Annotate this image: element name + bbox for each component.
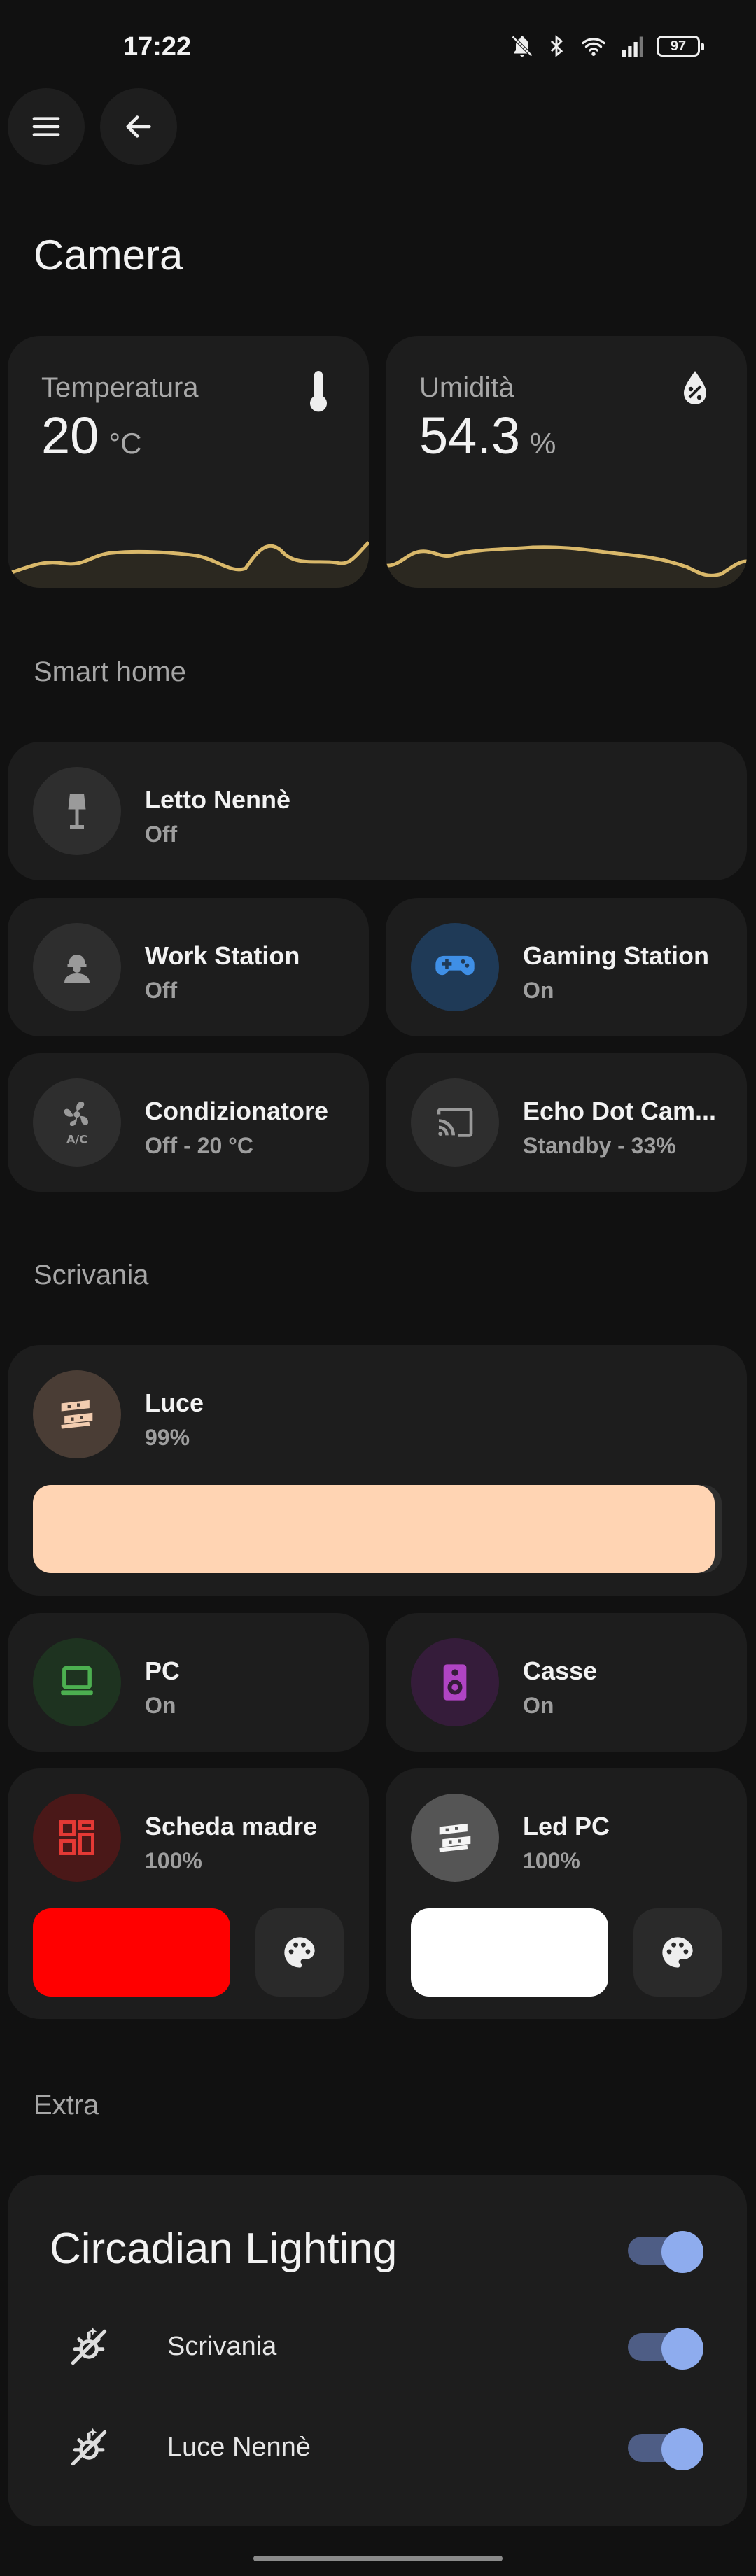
device-name: PC: [145, 1656, 181, 1685]
sensor-label: Umidità: [419, 372, 514, 403]
temperature-history-graph: [8, 541, 369, 588]
menu-button[interactable]: [8, 88, 85, 165]
circadian-row-label: Luce Nennè: [167, 2433, 311, 2462]
sensor-value: 54.3%: [419, 407, 556, 465]
section-title-scrivania: Scrivania: [34, 1260, 149, 1290]
circadian-luce-nenne-toggle[interactable]: [628, 2428, 704, 2470]
color-swatch-button[interactable]: [33, 1908, 230, 1997]
device-name: Led PC: [523, 1812, 610, 1840]
device-state: 100%: [523, 1848, 580, 1873]
battery-indicator: 97: [657, 36, 704, 57]
back-button[interactable]: [100, 88, 177, 165]
circadian-master-toggle[interactable]: [628, 2231, 704, 2273]
scheda-madre-tile[interactable]: Scheda madre 100%: [8, 1768, 369, 2019]
thermometer-icon: [304, 369, 332, 418]
color-palette-button[interactable]: [255, 1908, 344, 1997]
circadian-sun-moon-icon: [71, 2428, 107, 2466]
device-name: Scheda madre: [145, 1812, 318, 1840]
gamepad-icon: [411, 923, 499, 1011]
mute-bell-icon: [511, 35, 533, 57]
fan-ac-icon: A/C: [33, 1078, 121, 1167]
luce-tile[interactable]: Luce 99%: [8, 1345, 747, 1596]
circadian-title: Circadian Lighting: [50, 2225, 398, 2273]
speaker-icon: [411, 1638, 499, 1726]
cast-icon: [411, 1078, 499, 1167]
humidity-drop-icon: [680, 369, 710, 412]
status-time: 17:22: [123, 32, 192, 62]
lamp-icon: [33, 767, 121, 855]
hamburger-menu-icon: [32, 117, 60, 136]
device-state: Off - 20 °C: [145, 1133, 254, 1158]
motherboard-icon: [33, 1794, 121, 1882]
humidity-history-graph: [386, 545, 747, 588]
circadian-lighting-card: Circadian Lighting Scrivania Luce Nennè: [8, 2175, 747, 2526]
humidity-card[interactable]: Umidità 54.3%: [386, 336, 747, 588]
status-icons: 97: [510, 34, 704, 59]
device-name: Condizionatore: [145, 1097, 328, 1125]
color-swatch-button[interactable]: [411, 1908, 608, 1997]
gaming-station-tile[interactable]: Gaming Station On: [386, 898, 747, 1036]
section-title-extra: Extra: [34, 2090, 99, 2120]
pc-tile[interactable]: PC On: [8, 1613, 369, 1752]
casse-tile[interactable]: Casse On: [386, 1613, 747, 1752]
wifi-icon: [582, 38, 606, 56]
circadian-sun-moon-icon: [71, 2327, 107, 2365]
led-strip-icon: [411, 1794, 499, 1882]
section-title-smart-home: Smart home: [34, 656, 186, 687]
device-name: Letto Nennè: [145, 785, 291, 814]
device-state: Standby - 33%: [523, 1133, 676, 1158]
device-name: Work Station: [145, 941, 300, 970]
circadian-scrivania-toggle[interactable]: [628, 2328, 704, 2370]
bluetooth-icon: [550, 35, 564, 57]
device-state: 100%: [145, 1848, 202, 1873]
letto-nenne-tile[interactable]: Letto Nennè Off: [8, 742, 747, 880]
status-bar: 17:22 97: [0, 0, 756, 91]
device-state: On: [523, 1693, 554, 1718]
arrow-back-icon: [126, 115, 151, 138]
sensor-label: Temperatura: [41, 372, 199, 403]
condizionatore-tile[interactable]: A/C Condizionatore Off - 20 °C: [8, 1053, 369, 1192]
palette-icon: [284, 1937, 315, 1968]
led-strip-icon: [33, 1370, 121, 1458]
echo-dot-tile[interactable]: Echo Dot Cam... Standby - 33%: [386, 1053, 747, 1192]
led-pc-tile[interactable]: Led PC 100%: [386, 1768, 747, 2019]
device-state: 99%: [145, 1425, 190, 1450]
device-state: Off: [145, 978, 178, 1003]
home-indicator[interactable]: [253, 2556, 503, 2561]
temperature-card[interactable]: Temperatura 20 °C: [8, 336, 369, 588]
circadian-row-label: Scrivania: [167, 2332, 277, 2361]
device-state: Off: [145, 822, 178, 847]
brightness-slider-fill[interactable]: [33, 1485, 715, 1573]
svg-text:A/C: A/C: [66, 1133, 88, 1145]
palette-icon: [662, 1937, 693, 1968]
device-name: Luce: [145, 1388, 204, 1417]
signal-icon: [622, 36, 643, 57]
sensor-value: 20 °C: [41, 407, 142, 465]
laptop-icon: [33, 1638, 121, 1726]
device-state: On: [523, 978, 554, 1003]
device-name: Echo Dot Cam...: [523, 1097, 717, 1125]
device-name: Casse: [523, 1656, 598, 1685]
color-palette-button[interactable]: [634, 1908, 722, 1997]
worker-icon: [33, 923, 121, 1011]
device-name: Gaming Station: [523, 941, 710, 970]
work-station-tile[interactable]: Work Station Off: [8, 898, 369, 1036]
device-state: On: [145, 1693, 176, 1718]
page-title: Camera: [34, 232, 183, 279]
